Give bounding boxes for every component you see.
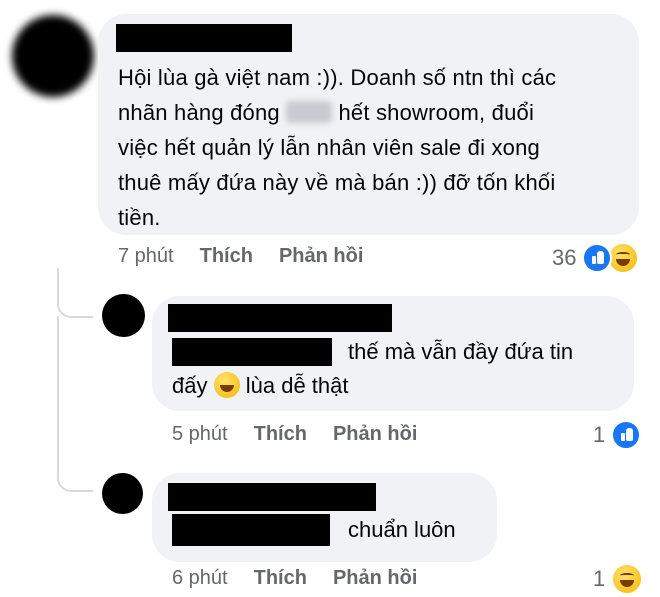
like-button[interactable]: Thích xyxy=(200,245,253,267)
reaction-summary[interactable]: 36 xyxy=(552,242,640,274)
reply-bubble: chuẩn luôn xyxy=(152,473,497,562)
redacted-mention xyxy=(172,514,330,546)
timestamp[interactable]: 7 phút xyxy=(118,245,174,267)
reaction-summary[interactable]: 1 xyxy=(593,420,642,450)
avatar[interactable] xyxy=(102,473,143,514)
timestamp[interactable]: 5 phút xyxy=(172,423,228,445)
avatar[interactable] xyxy=(12,15,94,97)
comment-thread: Hội lùa gà việt nam :)). Doanh số ntn th… xyxy=(0,0,660,597)
avatar[interactable] xyxy=(102,294,145,337)
like-button[interactable]: Thích xyxy=(254,423,307,445)
reply-text-line: chuẩn luôn xyxy=(348,517,456,542)
reply-button[interactable]: Phản hồi xyxy=(333,423,417,445)
comment-actions: 6 phút Thích Phản hồi xyxy=(172,567,417,590)
comment-actions: 5 phút Thích Phản hồi xyxy=(172,423,417,446)
reply-bubble: thế mà vẫn đầy đứa tin đấy lùa dễ thật xyxy=(152,296,634,411)
blurred-word xyxy=(286,101,333,123)
like-icon xyxy=(582,243,613,273)
redacted-author-name xyxy=(168,483,376,511)
haha-icon xyxy=(607,242,640,274)
comment-actions: 7 phút Thích Phản hồi xyxy=(118,245,363,268)
comment-text: Hội lùa gà việt nam :)). Doanh số ntn th… xyxy=(118,65,557,230)
haha-icon xyxy=(611,563,644,595)
reply-button[interactable]: Phản hồi xyxy=(333,567,417,589)
comment-bubble: Hội lùa gà việt nam :)). Doanh số ntn th… xyxy=(98,14,639,235)
redacted-mention xyxy=(172,338,332,366)
reaction-count: 1 xyxy=(593,422,606,447)
redacted-author-name xyxy=(116,24,292,52)
reply-button[interactable]: Phản hồi xyxy=(279,245,363,267)
laughing-tears-emoji-icon xyxy=(213,372,240,398)
reaction-count: 36 xyxy=(552,245,577,270)
reply-text-line: đấy lùa dễ thật xyxy=(172,372,349,398)
thread-connector xyxy=(57,316,93,492)
reply-text-line: thế mà vẫn đầy đứa tin xyxy=(348,339,574,364)
reaction-summary[interactable]: 1 xyxy=(593,563,644,595)
like-button[interactable]: Thích xyxy=(254,567,307,589)
thread-connector xyxy=(57,268,93,318)
reaction-count: 1 xyxy=(593,566,606,591)
timestamp[interactable]: 6 phút xyxy=(172,567,228,589)
like-icon xyxy=(611,420,642,450)
redacted-author-name xyxy=(168,304,392,332)
